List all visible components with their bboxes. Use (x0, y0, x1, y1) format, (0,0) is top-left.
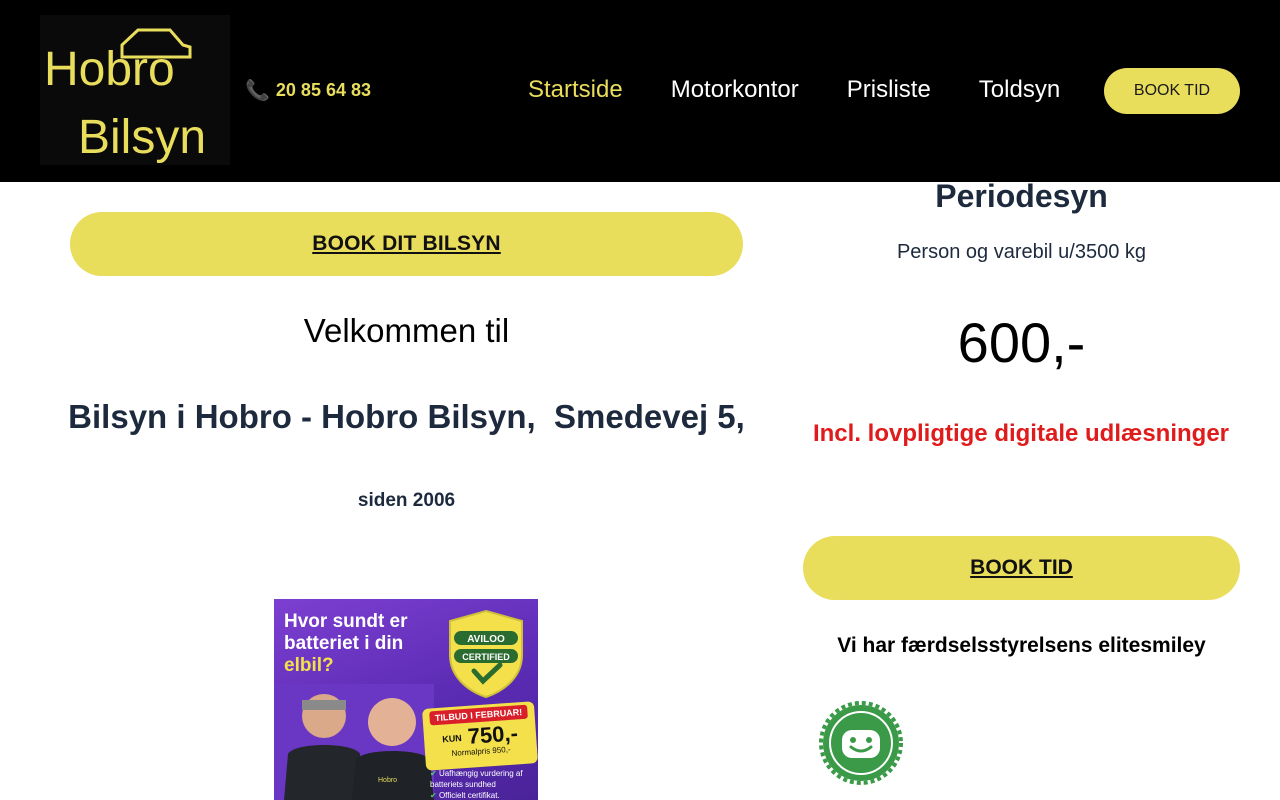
promo-title: Hvor sundt er batteriet i din elbil? (284, 611, 444, 677)
main-nav: Startside Motorkontor Prisliste Toldsyn (528, 76, 1060, 104)
book-bilsyn-button[interactable]: BOOK DIT BILSYN (70, 212, 743, 276)
promo-title-text: Hvor sundt er batteriet i din (284, 611, 408, 654)
nav-prisliste[interactable]: Prisliste (847, 76, 931, 104)
phone-number: 20 85 64 83 (275, 80, 371, 100)
incl-notice: Incl. lovpligtige digitale udlæsninger (812, 420, 1230, 447)
logo[interactable]: Hobro Bilsyn (40, 15, 230, 165)
offer-price-value: 750,- (466, 720, 519, 749)
promo-bullet: Officielt certifikat. (430, 791, 536, 800)
since-text: siden 2006 (357, 490, 456, 511)
svg-text:CERTIFIED: CERTIFIED (462, 652, 510, 662)
svg-text:Hobro: Hobro (378, 777, 397, 784)
logo-image: Hobro Bilsyn (44, 28, 206, 164)
nav-startside[interactable]: Startside (528, 76, 623, 104)
promo-offer-tag: TILBUD I FEBRUAR! KUN 750,- Normalpris 9… (421, 701, 538, 771)
promo-banner[interactable]: Hvor sundt er batteriet i din elbil? AVI… (274, 599, 538, 800)
promo-title-highlight: elbil? (284, 654, 334, 676)
book-tid-button[interactable]: BOOK TID (803, 536, 1240, 600)
welcome-heading: Velkommen til (303, 312, 510, 349)
promo-bullets: Uafhængig vurdering af batteriets sundhe… (430, 769, 536, 800)
header-book-button[interactable]: BOOK TID (1104, 68, 1240, 114)
site-header: Hobro Bilsyn 📞 20 85 64 83 Startside Mot… (0, 0, 1280, 182)
nav-motorkontor[interactable]: Motorkontor (671, 76, 799, 104)
elite-smiley-icon (819, 701, 903, 785)
promo-bullet: Uafhængig vurdering af batteriets sundhe… (430, 769, 536, 791)
svg-text:Hobro: Hobro (44, 43, 175, 96)
page-title: Bilsyn i Hobro - Hobro Bilsyn, Smedevej … (68, 398, 745, 435)
phone-icon: 📞 (245, 80, 270, 102)
elite-smiley-text: Vi har færdselsstyrelsens elitesmiley (837, 634, 1206, 657)
svg-text:Bilsyn: Bilsyn (78, 111, 206, 164)
periodesyn-price: 600,- (957, 311, 1086, 374)
periodesyn-subtitle: Person og varebil u/3500 kg (896, 241, 1147, 263)
phone-link[interactable]: 📞 20 85 64 83 (245, 78, 371, 103)
offer-kun: KUN (441, 732, 463, 745)
periodesyn-title: Periodesyn (935, 178, 1108, 214)
aviloo-certified-badge: AVILOO CERTIFIED (449, 609, 523, 699)
promo-people-image: Hobro (274, 684, 434, 800)
svg-text:AVILOO: AVILOO (467, 634, 505, 645)
nav-toldsyn[interactable]: Toldsyn (979, 76, 1060, 104)
